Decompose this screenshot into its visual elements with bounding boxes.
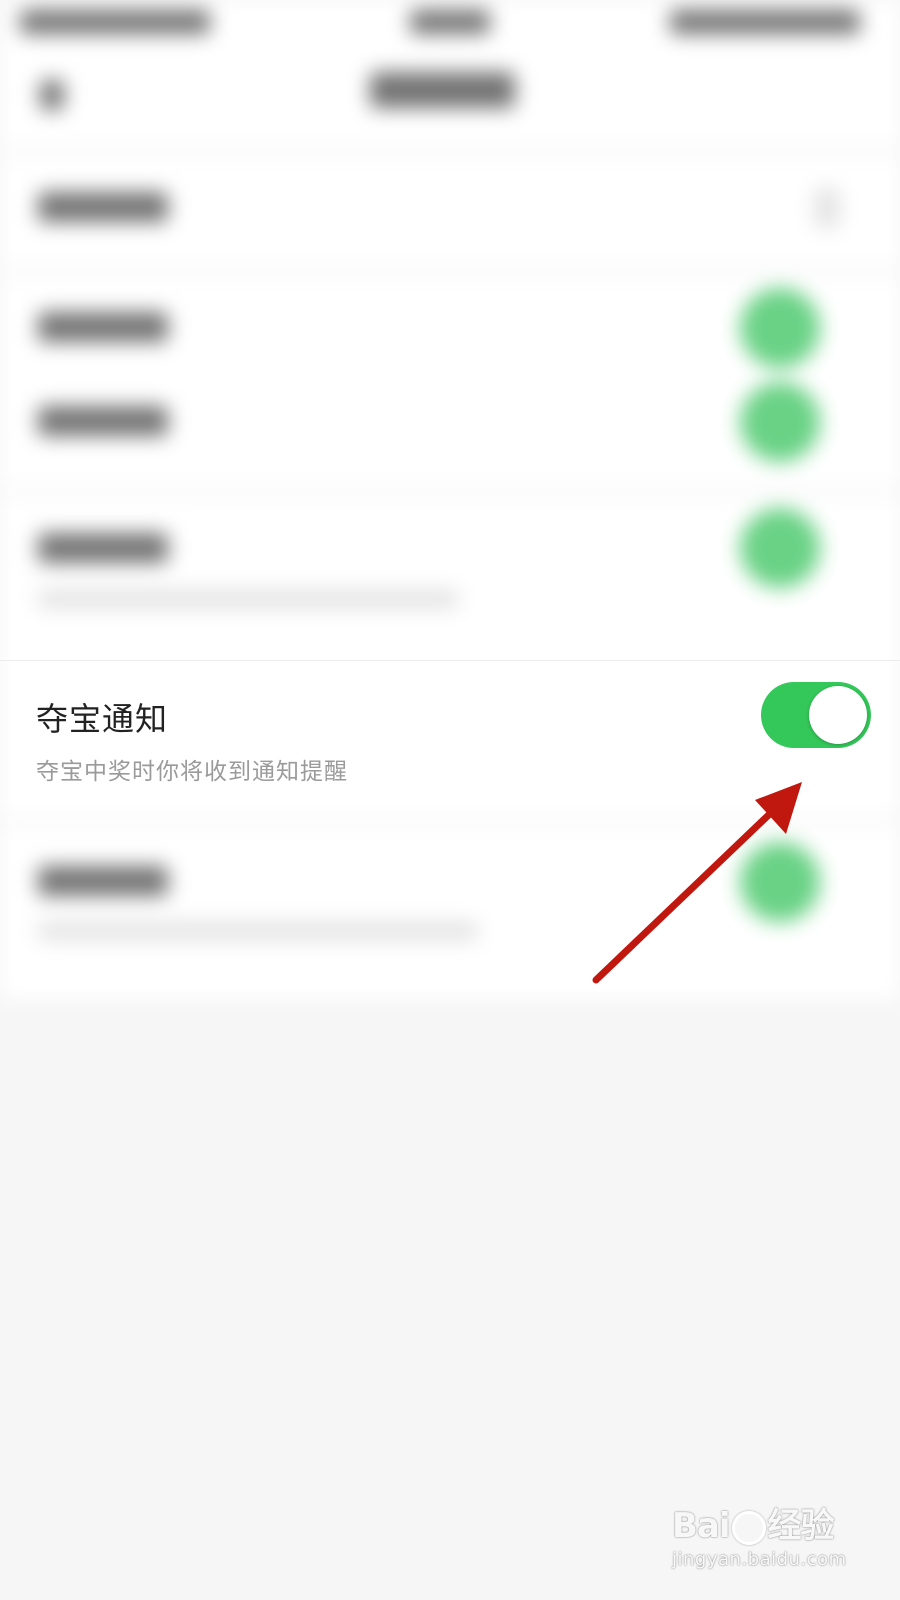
row-label: [38, 866, 168, 896]
setting-description: 夺宝中奖时你将收到通知提醒: [36, 759, 348, 785]
watermark-url: jingyan.baidu.com: [672, 1549, 847, 1570]
back-icon: [40, 80, 64, 110]
row-label: [38, 406, 168, 436]
status-bar-time: [410, 10, 490, 34]
row-label: [38, 312, 168, 342]
section-divider: [0, 270, 900, 273]
nav-divider: [0, 150, 900, 153]
toggle-switch: [740, 288, 820, 368]
status-bar-right: [670, 10, 860, 34]
watermark-brand-left: Bai: [672, 1506, 731, 1546]
treasure-notification-toggle[interactable]: [761, 682, 871, 748]
setting-title: 夺宝通知: [36, 700, 169, 738]
section-divider: [0, 820, 900, 823]
row-description: [38, 922, 478, 940]
settings-panel: [0, 0, 900, 1000]
section-divider: [0, 490, 900, 493]
chevron-right-icon: [815, 188, 839, 228]
page-title: [370, 72, 515, 108]
toggle-switch: [740, 382, 820, 462]
annotation-arrow-icon: [592, 782, 802, 984]
toggle-knob: [809, 686, 867, 744]
row-description: [38, 590, 458, 608]
row-label: [38, 533, 168, 563]
watermark-brand-right: 经验: [767, 1506, 835, 1546]
baidu-jingyan-watermark: Bai 经验 jingyan.baidu.com: [672, 1498, 852, 1578]
toggle-switch: [740, 508, 820, 588]
status-bar-left: [20, 10, 210, 34]
row-label: [38, 192, 168, 222]
watermark-brand: Bai 经验: [672, 1498, 852, 1547]
arrow-shaft: [592, 802, 782, 984]
arrow-head: [755, 782, 802, 834]
paw-icon: [731, 1510, 766, 1545]
blurred-background: [0, 0, 900, 1600]
toggle-switch: [740, 842, 820, 922]
